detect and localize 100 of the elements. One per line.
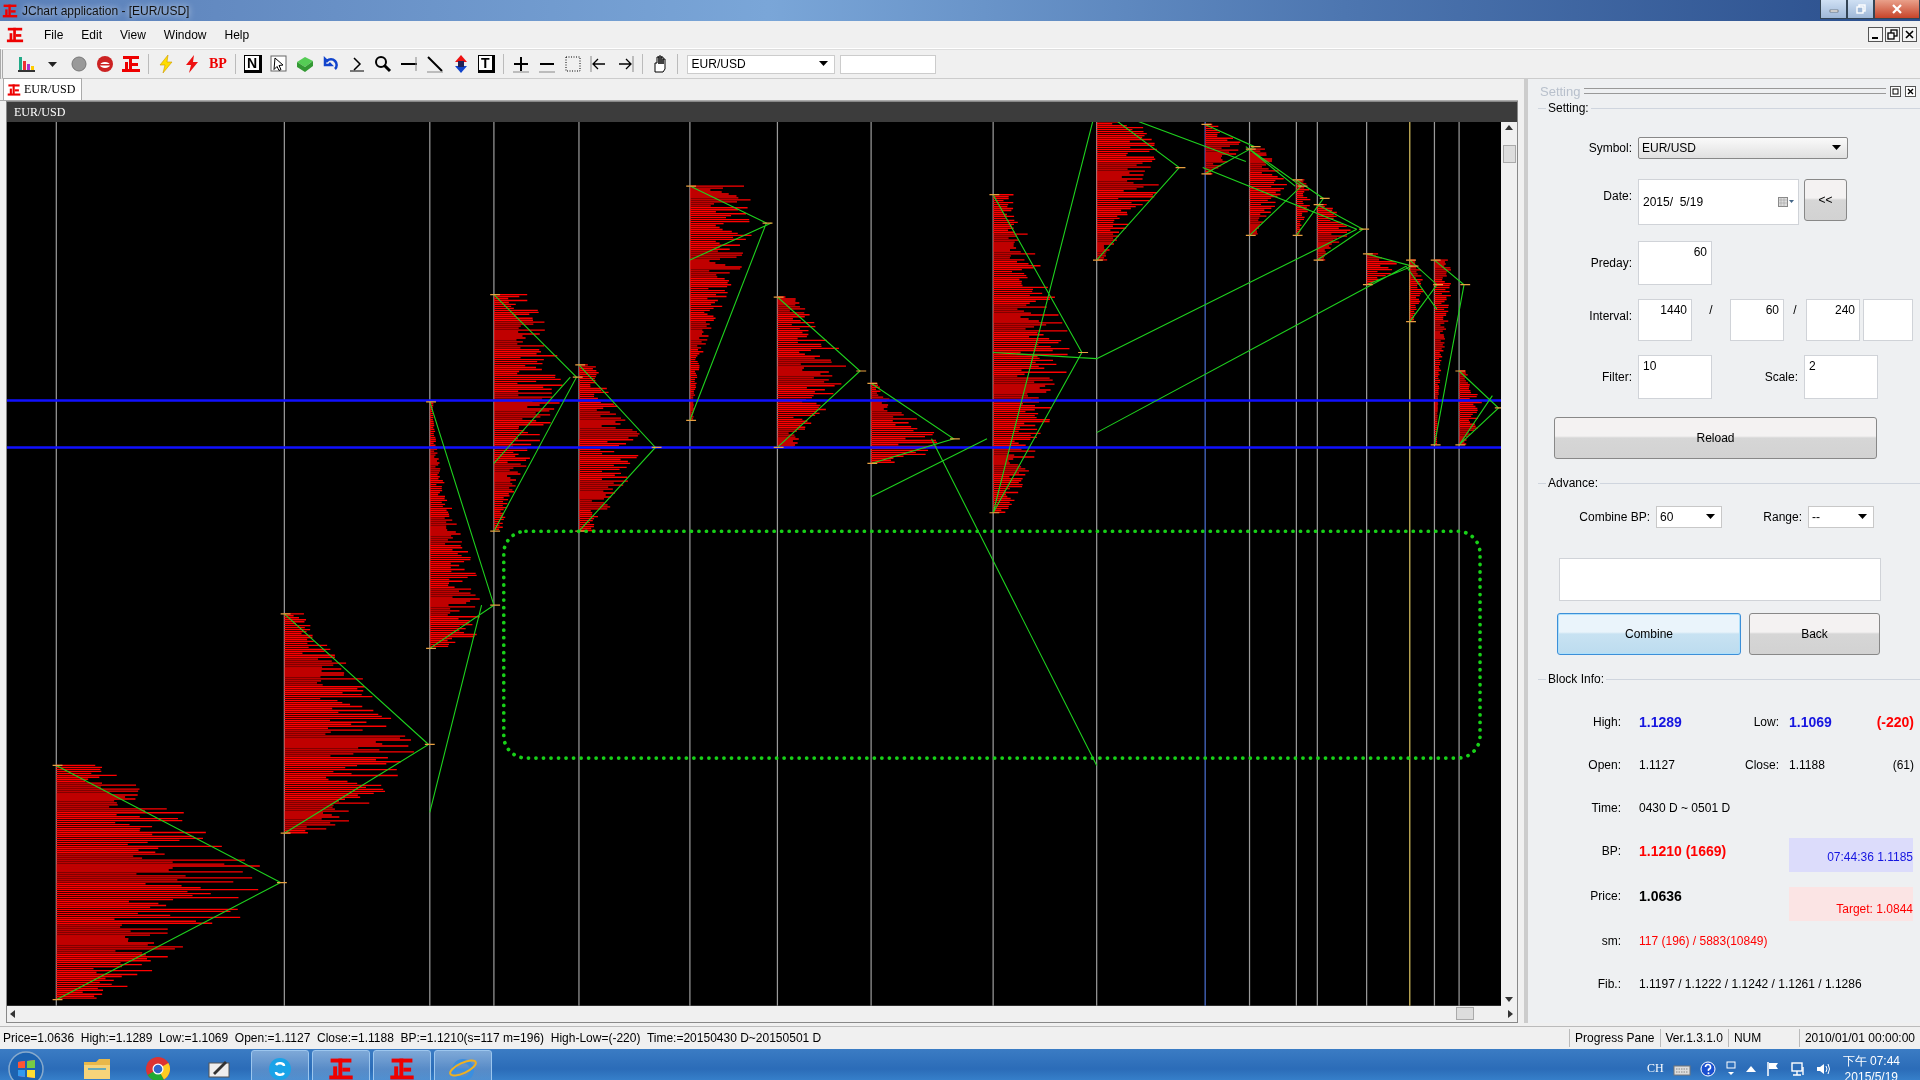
field-label: Filter: — [1601, 370, 1633, 384]
left-arrow-icon[interactable] — [10, 1009, 16, 1018]
logo-icon — [2, 2, 18, 19]
group-label: Setting: — [1546, 101, 1591, 115]
selection-icon[interactable] — [562, 54, 583, 74]
menu-item[interactable]: Edit — [73, 25, 111, 44]
language-indicator[interactable]: CH — [1646, 1061, 1664, 1077]
field-value: 1.1069 — [1789, 713, 1833, 730]
target-price: Target: 1.0844 — [1789, 886, 1913, 921]
float-icon[interactable] — [1890, 85, 1901, 97]
caret-icon — [1832, 145, 1841, 151]
field-label: Low: — [1752, 714, 1780, 729]
combine-bp-dropdown[interactable]: 60 — [1656, 506, 1722, 528]
separator: / — [1708, 302, 1714, 317]
field-label: Symbol: — [1587, 141, 1633, 155]
right-arrow-icon[interactable] — [1508, 1009, 1514, 1018]
up-caret-icon[interactable] — [1745, 1064, 1756, 1073]
field-value: 1.1127 — [1639, 757, 1676, 772]
window-title: JChart application - [EUR/USD] — [22, 3, 190, 18]
input-field[interactable] — [839, 54, 936, 74]
field-value: 1.1188 — [1789, 757, 1826, 772]
live-price: 07:44:36 1.1185 — [1789, 837, 1913, 872]
reload-button[interactable]: Reload — [1554, 417, 1877, 459]
horizontal-line-icon[interactable] — [399, 54, 419, 74]
logo-icon[interactable] — [121, 54, 141, 74]
range-dropdown[interactable]: -- — [1808, 506, 1874, 528]
toolbar-button[interactable]: BP — [206, 56, 230, 72]
minimize-icon[interactable] — [1868, 27, 1883, 42]
field-label: High: — [1592, 714, 1622, 729]
restore-icon[interactable] — [1885, 27, 1900, 42]
up-arrow-icon[interactable] — [1505, 125, 1513, 131]
clock[interactable]: 下午 07:44 2015/5/19 — [1842, 1053, 1900, 1080]
close-icon[interactable] — [1905, 85, 1916, 97]
input-field[interactable]: 60 — [1730, 299, 1784, 341]
toolbar-button[interactable]: N — [243, 55, 262, 73]
window-icon[interactable] — [1724, 1060, 1737, 1077]
box-icon[interactable] — [295, 54, 315, 74]
input-field[interactable]: 2 — [1804, 355, 1878, 399]
plus-icon[interactable] — [510, 54, 531, 74]
circle-icon[interactable] — [69, 54, 89, 74]
field-label: Fib.: — [1596, 976, 1622, 991]
search-icon[interactable] — [373, 54, 393, 74]
bar-chart-icon[interactable] — [17, 54, 37, 74]
toolbar-button[interactable]: T — [478, 55, 495, 73]
tab[interactable]: EUR/USD — [3, 78, 83, 100]
taskbar-button[interactable] — [312, 1049, 370, 1080]
separator: / — [1792, 302, 1798, 317]
group-label: Advance: — [1546, 476, 1601, 490]
field-value: 1.0636 — [1639, 887, 1683, 904]
diagonal-line-icon[interactable] — [425, 54, 445, 74]
field-value: 0430 D ~ 0501 D — [1639, 800, 1731, 815]
calendar-icon — [1778, 197, 1794, 207]
back-button[interactable]: << — [1804, 179, 1847, 221]
field-label: Scale: — [1763, 370, 1799, 384]
menu-item[interactable]: Window — [155, 25, 215, 44]
logo-icon — [7, 82, 21, 97]
button[interactable]: Combine — [1557, 613, 1741, 655]
symbol-dropdown[interactable]: EUR/USD — [686, 54, 835, 74]
cursor-icon[interactable] — [269, 54, 289, 74]
down-arrow-icon[interactable] — [1505, 996, 1513, 1003]
status-pane: NUM — [1727, 1028, 1799, 1047]
field-label: Close: — [1744, 757, 1780, 772]
taskbar-button[interactable] — [373, 1049, 431, 1080]
menu-item[interactable]: View — [112, 25, 154, 44]
symbol-dropdown[interactable]: EUR/USD — [1638, 137, 1848, 159]
field-value: 1.1210 (1669) — [1639, 842, 1728, 859]
status-text: Price=1.0636 High:=1.1289 Low:=1.1069 Open:=1.1127 Close:=1.1188 BP:=1.1210(s=117 m=196) High-Low=(-220) Time:=20150430 D~20150501 D — [2, 1030, 823, 1045]
logo-icon[interactable] — [6, 25, 24, 44]
input-field[interactable] — [1863, 299, 1913, 341]
menu-item[interactable]: Help — [216, 25, 258, 44]
caret-icon — [1706, 514, 1715, 520]
flag-icon[interactable] — [1764, 1060, 1781, 1077]
chevron-icon[interactable] — [347, 54, 367, 74]
field-label: sm: — [1600, 933, 1622, 948]
mouth-icon[interactable] — [95, 54, 115, 74]
button[interactable]: Back — [1749, 613, 1880, 655]
field-value: (61) — [1891, 757, 1914, 772]
field-label: Range: — [1762, 510, 1803, 524]
group-label: Block Info: — [1546, 672, 1607, 686]
input-field[interactable]: 60 — [1638, 241, 1712, 285]
minimize-button[interactable] — [1820, 0, 1847, 19]
input-field[interactable]: 240 — [1806, 299, 1860, 341]
input-field[interactable]: 1440 — [1638, 299, 1692, 341]
maximize-button[interactable] — [1847, 0, 1874, 19]
scroll-thumb[interactable] — [1456, 1007, 1474, 1021]
close-icon[interactable] — [1902, 27, 1917, 42]
field-label: Combine BP: — [1578, 510, 1651, 524]
network-icon[interactable] — [1789, 1060, 1806, 1077]
input-field[interactable]: 10 — [1638, 355, 1712, 399]
close-icon — [1891, 4, 1903, 14]
menu-item[interactable]: File — [36, 25, 72, 44]
scroll-thumb[interactable] — [1502, 145, 1516, 163]
help-icon[interactable] — [1699, 1060, 1716, 1077]
taskbar-button[interactable] — [251, 1049, 309, 1080]
field-value: 1.1197 / 1.1222 / 1.1242 / 1.1261 / 1.1286 — [1639, 976, 1862, 991]
field-value: 117 (196) / 5883(10849) — [1639, 933, 1768, 948]
caret-icon — [1858, 514, 1867, 520]
close-button[interactable] — [1874, 0, 1920, 19]
start-orb[interactable] — [6, 1048, 46, 1080]
date-picker[interactable]: 2015/ 5/19 — [1638, 179, 1799, 225]
